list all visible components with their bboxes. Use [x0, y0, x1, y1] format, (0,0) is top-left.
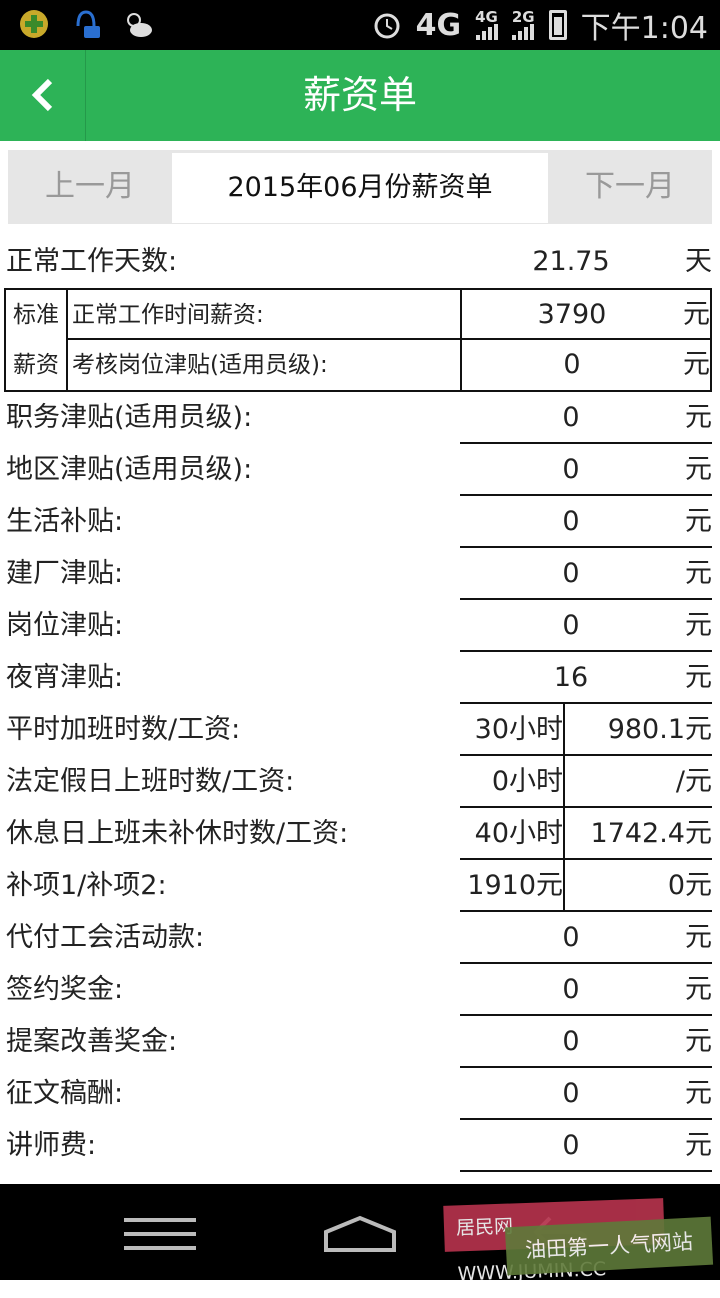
row-value: 0 — [562, 402, 580, 433]
row-label: 签约奖金: — [6, 974, 124, 1005]
chat-notification-icon — [76, 10, 100, 38]
table-row: 建厂津贴: 0 元 — [0, 548, 720, 600]
standard-salary-box: 标准 薪资 正常工作时间薪资: 3790 元 考核岗位津贴(适用员级): 0 元 — [4, 288, 712, 392]
row-unit: 元 — [685, 922, 712, 953]
normal-hours-salary-row: 正常工作时间薪资: 3790 元 — [68, 290, 710, 340]
row-value: 0 — [562, 610, 580, 641]
table-row: 征文稿酬: 0 元 — [0, 1068, 720, 1120]
row-label: 生活补贴: — [6, 506, 124, 537]
month-selector: 上一月 2015年06月份薪资单 下一月 — [8, 150, 712, 224]
row-unit: 元 — [683, 299, 710, 330]
row-label: 考核岗位津贴(适用员级): — [72, 352, 328, 378]
title-bar: 薪资单 — [0, 50, 720, 141]
row-value-amount: 0元 — [667, 870, 712, 901]
row-value-amount: 1742.4元 — [590, 818, 712, 849]
row-label: 职务津贴(适用员级): — [6, 402, 253, 433]
sim1-signal: 4G — [475, 10, 498, 40]
row-unit: 元 — [685, 974, 712, 1005]
table-row: 提案改善奖金: 0 元 — [0, 1016, 720, 1068]
row-unit: 元 — [685, 610, 712, 641]
table-row: 岗位津贴: 0 元 — [0, 600, 720, 652]
table-row-pair: 平时加班时数/工资: 30小时 980.1元 — [0, 704, 720, 756]
row-value: 0 — [562, 974, 580, 1005]
row-label: 岗位津贴: — [6, 610, 124, 641]
assessment-allowance-row: 考核岗位津贴(适用员级): 0 元 — [68, 340, 710, 390]
prev-month-button[interactable]: 上一月 — [8, 150, 172, 224]
table-row: 夜宵津贴: 16 元 — [0, 652, 720, 704]
row-unit: 天 — [685, 246, 712, 277]
weather-cloudy-icon — [127, 13, 152, 37]
standard-salary-label: 标准 薪资 — [6, 290, 68, 390]
row-label: 夜宵津贴: — [6, 662, 124, 693]
row-value-hours: 0小时 — [491, 766, 563, 797]
current-month-label: 2015年06月份薪资单 — [172, 153, 548, 223]
row-value-amount: 980.1元 — [607, 714, 712, 745]
row-value: 0 — [562, 454, 580, 485]
row-label: 代付工会活动款: — [6, 922, 205, 953]
home-button[interactable] — [322, 1214, 398, 1258]
menu-icon — [124, 1218, 196, 1222]
row-unit: 元 — [685, 402, 712, 433]
row-unit: 元 — [685, 1078, 712, 1109]
row-unit: 元 — [685, 558, 712, 589]
row-unit: 元 — [683, 349, 710, 380]
row-unit: 元 — [685, 1026, 712, 1057]
row-value-hours: 1910元 — [467, 870, 563, 901]
alarm-icon — [374, 13, 400, 39]
row-label: 地区津贴(适用员级): — [6, 454, 253, 485]
row-value: 0 — [562, 922, 580, 953]
row-value: 21.75 — [532, 246, 610, 277]
row-value: 0 — [562, 1026, 580, 1057]
row-label: 平时加班时数/工资: — [6, 714, 241, 745]
row-value: 0 — [562, 1078, 580, 1109]
table-row: 职务津贴(适用员级): 0 元 — [0, 392, 720, 444]
row-label: 讲师费: — [6, 1130, 97, 1161]
battery-icon — [548, 10, 567, 40]
table-row-pair: 法定假日上班时数/工资: 0小时 /元 — [0, 756, 720, 808]
menu-button[interactable] — [124, 1218, 196, 1250]
row-value: 3790 — [460, 290, 682, 340]
row-unit: 元 — [685, 1130, 712, 1161]
row-label: 休息日上班未补休时数/工资: — [6, 818, 349, 849]
row-label: 提案改善奖金: — [6, 1026, 178, 1057]
page-title: 薪资单 — [302, 73, 417, 117]
table-row: 讲师费: 0 元 — [0, 1120, 720, 1172]
network-type: 4G — [415, 7, 462, 43]
row-value: 0 — [562, 506, 580, 537]
clock: 下午1:04 — [580, 11, 708, 46]
salary-table: 正常工作天数: 21.75 天 标准 薪资 正常工作时间薪资: 3790 元 考… — [0, 236, 720, 1172]
app-plus-icon — [20, 10, 48, 38]
work-days-row: 正常工作天数: 21.75 天 — [0, 236, 720, 288]
row-value: 0 — [562, 558, 580, 589]
table-row: 签约奖金: 0 元 — [0, 964, 720, 1016]
row-value: 0 — [562, 1130, 580, 1161]
row-label: 正常工作天数: — [6, 246, 178, 277]
table-row: 代付工会活动款: 0 元 — [0, 912, 720, 964]
table-row-pair: 休息日上班未补休时数/工资: 40小时 1742.4元 — [0, 808, 720, 860]
row-value-hours: 40小时 — [474, 818, 563, 849]
home-icon — [324, 1215, 396, 1252]
row-unit: 元 — [685, 506, 712, 537]
status-bar: 4G 4G 2G 下午1:04 — [0, 0, 720, 50]
next-month-button[interactable]: 下一月 — [548, 150, 712, 224]
row-label: 征文稿酬: — [6, 1078, 124, 1109]
sim2-signal: 2G — [512, 10, 535, 40]
row-label: 法定假日上班时数/工资: — [6, 766, 295, 797]
table-row: 生活补贴: 0 元 — [0, 496, 720, 548]
table-row-pair: 补项1/补项2: 1910元 0元 — [0, 860, 720, 912]
table-row: 地区津贴(适用员级): 0 元 — [0, 444, 720, 496]
row-unit: 元 — [685, 662, 712, 693]
row-label: 建厂津贴: — [6, 558, 124, 589]
row-label: 补项1/补项2: — [6, 870, 167, 901]
row-value: 16 — [553, 662, 589, 693]
divider — [460, 1170, 712, 1172]
row-value: 0 — [460, 340, 682, 390]
row-label: 正常工作时间薪资: — [72, 302, 264, 328]
row-value-hours: 30小时 — [474, 714, 563, 745]
row-value-amount: /元 — [675, 766, 712, 797]
row-unit: 元 — [685, 454, 712, 485]
